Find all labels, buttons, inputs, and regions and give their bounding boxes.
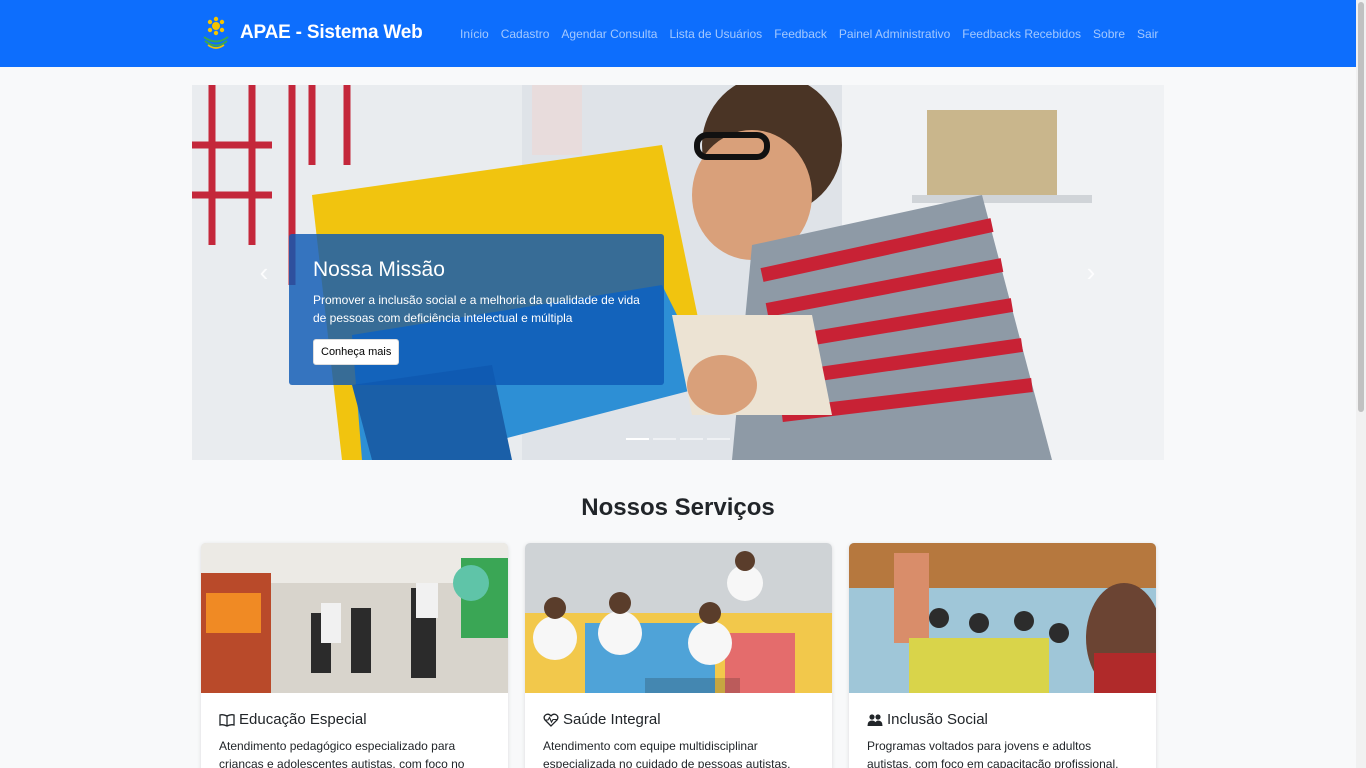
services-title: Nossos Serviços (581, 494, 775, 521)
nav-link-sair[interactable]: Sair (1131, 25, 1164, 43)
carousel-next-button[interactable]: › (1076, 255, 1106, 289)
people-icon (867, 713, 883, 726)
card-image (525, 543, 832, 693)
chevron-left-icon: ‹ (259, 257, 269, 287)
carousel-prev-button[interactable]: ‹ (249, 255, 279, 289)
carousel-caption-title: Nossa Missão (313, 258, 445, 281)
carousel-indicator-2[interactable] (653, 438, 676, 440)
nav-link-feedbacks-recebidos[interactable]: Feedbacks Recebidos (956, 25, 1087, 43)
card-image (201, 543, 508, 693)
page-scrollbar[interactable] (1356, 0, 1366, 768)
carousel-indicator-1[interactable] (626, 438, 649, 440)
apae-logo-icon (203, 16, 229, 49)
nav-link-lista-usuarios[interactable]: Lista de Usuários (663, 25, 768, 43)
book-icon (219, 713, 235, 727)
nav-link-painel-administrativo[interactable]: Painel Administrativo (833, 25, 956, 43)
card-text: Atendimento com equipe multidisciplinar … (543, 739, 791, 768)
service-card-educacao: Educação Especial Atendimento pedagógico… (201, 543, 508, 768)
card-title: Inclusão Social (887, 711, 988, 728)
brand[interactable]: APAE - Sistema Web (201, 16, 423, 50)
carousel-indicator-3[interactable] (680, 438, 703, 440)
service-card-inclusao: Inclusão Social Programas voltados para … (849, 543, 1156, 768)
card-title: Educação Especial (239, 711, 367, 728)
hero-carousel[interactable]: ‹ › Nossa Missão Promover a inclusão soc… (192, 85, 1164, 460)
carousel-caption-text: Promover a inclusão social e a melhoria … (313, 293, 640, 325)
carousel-caption: Nossa Missão Promover a inclusão social … (289, 234, 664, 385)
carousel-indicators (626, 438, 730, 440)
brand-title: APAE - Sistema Web (240, 22, 423, 43)
nav-link-sobre[interactable]: Sobre (1087, 25, 1131, 43)
scrollbar-thumb[interactable] (1358, 2, 1364, 412)
card-image (849, 543, 1156, 693)
chevron-right-icon: › (1086, 257, 1096, 287)
main-nav: Início Cadastro Agendar Consulta Lista d… (454, 25, 1164, 43)
navbar: APAE - Sistema Web Início Cadastro Agend… (0, 0, 1356, 67)
learn-more-button[interactable]: Conheça mais (313, 339, 400, 365)
service-card-saude: Saúde Integral Atendimento com equipe mu… (525, 543, 832, 768)
card-title: Saúde Integral (563, 711, 661, 728)
nav-link-agendar-consulta[interactable]: Agendar Consulta (555, 25, 663, 43)
carousel-indicator-4[interactable] (707, 438, 730, 440)
nav-link-inicio[interactable]: Início (454, 25, 495, 43)
card-text: Programas voltados para jovens e adultos… (867, 739, 1119, 768)
heart-pulse-icon (543, 713, 559, 727)
card-text: Atendimento pedagógico especializado par… (219, 739, 465, 768)
nav-link-cadastro[interactable]: Cadastro (495, 25, 556, 43)
nav-link-feedback[interactable]: Feedback (768, 25, 833, 43)
